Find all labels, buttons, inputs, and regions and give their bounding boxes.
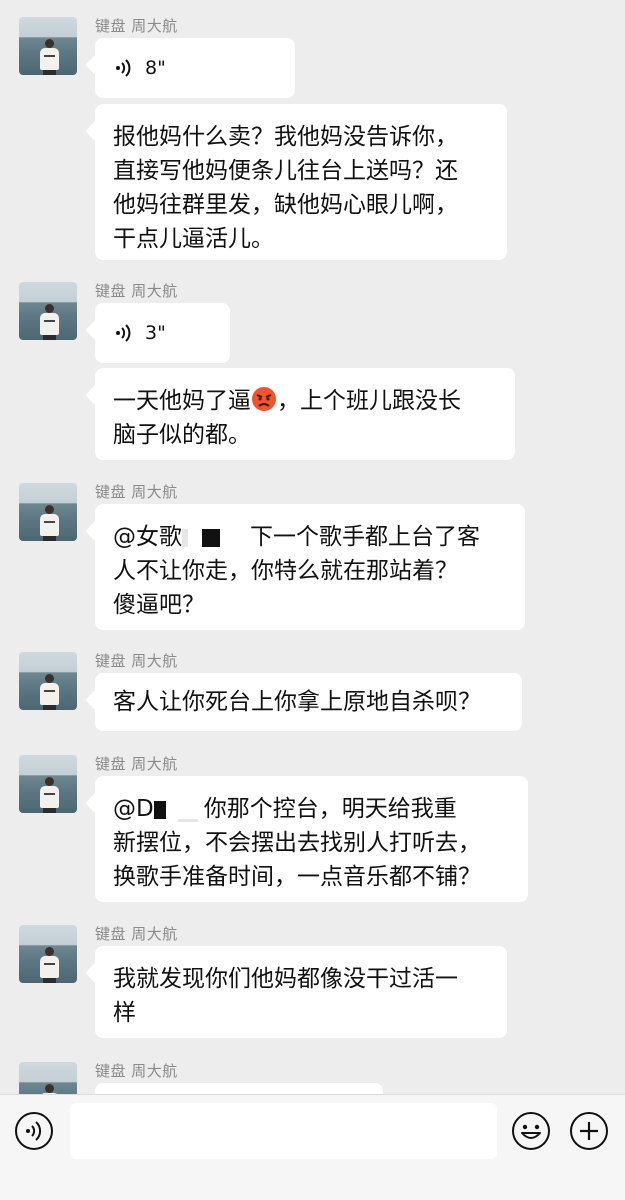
message-line: 新摆位，不会摆出去找别人打听去， — [113, 830, 481, 856]
angry-face-emoji-icon — [252, 387, 276, 411]
avatar[interactable] — [19, 483, 77, 541]
message-line: 换歌手准备时间，一点音乐都不铺？ — [113, 864, 481, 890]
redaction-mark — [177, 819, 198, 822]
text-bubble[interactable]: @D 你那个控台，明天给我重 新摆位，不会摆出去找别人打听去， 换歌手准备时间，一… — [95, 776, 528, 902]
text-bubble[interactable]: 报他妈什么卖？我他妈没告诉你， 直接写他妈便条儿往台上送吗？还 他妈往群里发，缺… — [95, 104, 507, 260]
message-line: 报他妈什么卖？我他妈没告诉你， — [113, 124, 458, 150]
input-bar — [0, 1094, 625, 1200]
message-line: @女歌 下一个歌手都上台了客 — [113, 524, 480, 550]
message-line: 干点儿逼活儿。 — [113, 226, 274, 252]
sender-name: 键盘 周大航 — [95, 925, 178, 943]
voice-duration: 3" — [145, 322, 166, 344]
voice-bubble[interactable]: 3" — [95, 303, 230, 363]
message-line: 客人让你死台上你拿上原地自杀呗？ — [113, 689, 481, 715]
avatar[interactable] — [19, 652, 77, 710]
text-bubble[interactable]: 我就发现你们他妈都像没干过活一 样 — [95, 946, 507, 1038]
plus-icon[interactable] — [569, 1111, 609, 1151]
top-text-fragment — [0, 0, 625, 2]
avatar[interactable] — [19, 1062, 77, 1094]
sender-name: 键盘 周大航 — [95, 1062, 178, 1080]
chat-message-list[interactable]: 键盘 周大航 8" 报他妈什么卖？我他妈没告诉你， 直接写他妈便条儿往台上送吗？… — [0, 0, 625, 1094]
sender-name: 键盘 周大航 — [95, 652, 178, 670]
voice-icon[interactable] — [14, 1111, 54, 1151]
text-bubble[interactable]: 客人让你死台上你拿上原地自杀呗？ — [95, 673, 522, 731]
redaction-mark — [182, 528, 188, 547]
message-line: 傻逼吧？ — [113, 592, 205, 618]
message-line: 一天他妈了逼 ，上个班儿跟没长 — [113, 387, 461, 414]
voice-duration: 8" — [145, 57, 166, 79]
avatar[interactable] — [19, 925, 77, 983]
message-line: 直接写他妈便条儿往台上送吗？还 — [113, 158, 458, 184]
sender-name: 键盘 周大航 — [95, 483, 178, 501]
text-bubble[interactable]: 一天他妈了逼 ，上个班儿跟没长 脑子似的都。 — [95, 368, 515, 460]
message-line: 他妈往群里发，缺他妈心眼儿啊， — [113, 192, 458, 218]
voice-icon — [116, 59, 131, 77]
message-input[interactable] — [70, 1103, 497, 1159]
sender-name: 键盘 周大航 — [95, 17, 178, 35]
sender-name: 键盘 周大航 — [95, 755, 178, 773]
text-bubble[interactable] — [95, 1083, 383, 1094]
message-line: 我就发现你们他妈都像没干过活一 — [113, 966, 458, 992]
avatar[interactable] — [19, 282, 77, 340]
avatar[interactable] — [19, 17, 77, 75]
message-line: 人不让你走，你特么就在那站着？ — [113, 558, 458, 584]
text-bubble[interactable]: @女歌 下一个歌手都上台了客 人不让你走，你特么就在那站着？ 傻逼吧？ — [95, 504, 525, 630]
message-line: 脑子似的都。 — [113, 422, 251, 448]
voice-icon — [116, 324, 131, 342]
voice-bubble[interactable]: 8" — [95, 38, 295, 98]
emoji-icon[interactable] — [511, 1111, 551, 1151]
sender-name: 键盘 周大航 — [95, 282, 178, 300]
avatar[interactable] — [19, 755, 77, 813]
message-line: @D 你那个控台，明天给我重 — [113, 796, 457, 822]
message-line: 样 — [113, 1000, 136, 1026]
redaction-mark — [202, 528, 220, 547]
redaction-mark — [153, 800, 166, 819]
